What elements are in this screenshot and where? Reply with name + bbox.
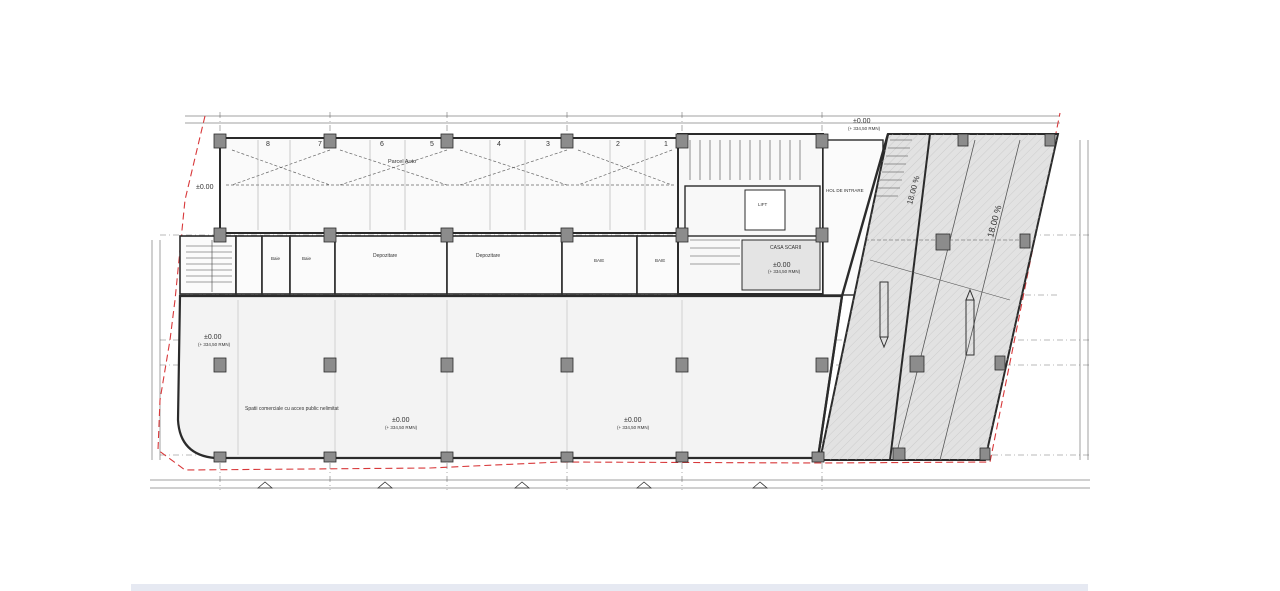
- stair-label: CASA SCARII: [770, 245, 801, 251]
- deposit-label: Depozitare: [373, 253, 397, 259]
- bay-number: 2: [616, 141, 620, 148]
- commercial-hall: [176, 294, 844, 460]
- level-center-abs: (+ 334,50 RMN): [385, 425, 418, 430]
- parcel-label: Parcel Auto: [388, 159, 416, 165]
- deposit-label: Depozitare: [476, 253, 500, 259]
- lift-label: LIFT: [758, 202, 768, 207]
- bay-number: 3: [546, 141, 550, 148]
- level-stair-abs: (+ 334,50 RMN): [768, 269, 801, 274]
- bay-number: 6: [380, 141, 384, 148]
- hol-label: HOL DE INTRARE: [826, 188, 864, 193]
- level-left: ±0.00: [204, 334, 222, 341]
- bath-label: BAIE: [655, 258, 665, 263]
- level-top-right: ±0.00: [853, 118, 871, 125]
- level-center: ±0.00: [392, 417, 410, 424]
- entrance-markers: [256, 481, 769, 489]
- bottom-bar: [131, 584, 1088, 591]
- level-top-right-abs: (+ 334,50 RMN): [848, 126, 881, 131]
- bay-number: 1: [664, 141, 668, 148]
- bath-label: Baie: [302, 256, 312, 261]
- level-right-abs: (+ 334,50 RMN): [617, 425, 650, 430]
- level-top-left: ±0.00: [196, 184, 214, 191]
- service-rooms: [179, 235, 683, 295]
- parcel-area: [219, 137, 679, 234]
- commercial-label: Spatii comerciale cu acces public nelimi…: [245, 406, 339, 412]
- bay-number: 8: [266, 141, 270, 148]
- bath-label: BAIE: [594, 258, 604, 263]
- level-stair: ±0.00: [773, 262, 791, 269]
- bath-label: Baie: [271, 256, 281, 261]
- bay-number: 5: [430, 141, 434, 148]
- bay-number: 7: [318, 141, 322, 148]
- level-right: ±0.00: [624, 417, 642, 424]
- floor-plan-drawing: 8 7 6 5 4 3 2 1 Parcel Auto Depozitare D…: [150, 112, 1090, 490]
- level-left-abs: (+ 334,50 RMN): [198, 342, 231, 347]
- bay-number: 4: [497, 141, 501, 148]
